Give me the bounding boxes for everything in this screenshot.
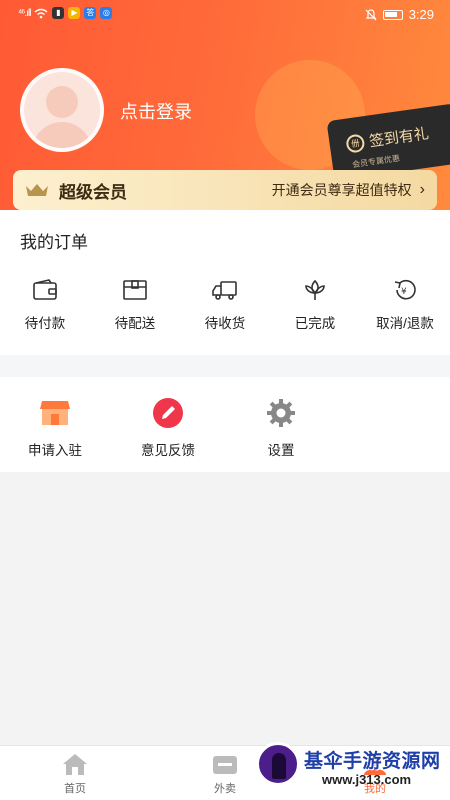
- gift-icon: 卌: [345, 132, 366, 154]
- orders-title: 我的订单: [20, 233, 88, 252]
- takeout-icon: [213, 756, 237, 774]
- order-completed[interactable]: 已完成: [270, 278, 360, 332]
- feedback-button[interactable]: 意见反馈: [113, 397, 223, 459]
- app-notification-icon: 答: [84, 7, 97, 19]
- settings-button[interactable]: 设置: [226, 397, 336, 459]
- watermark: 基伞手游资源网 www.j313.com: [252, 742, 450, 800]
- vip-banner[interactable]: 超级会员 开通会员尊享超值特权 ›: [13, 170, 437, 210]
- wallet-icon: [33, 279, 57, 300]
- watermark-url: www.j313.com: [322, 772, 412, 787]
- status-time: 3:29: [408, 7, 434, 22]
- section-divider: [0, 355, 450, 377]
- tab-home[interactable]: 首页: [35, 752, 115, 796]
- app-notification-icon: ▮: [52, 7, 65, 19]
- chevron-right-icon: ›: [419, 181, 425, 198]
- refund-icon: ¥: [394, 279, 416, 300]
- app-notification-icon: ▶: [68, 7, 81, 19]
- signal-icon: ⁴⁶.ıll: [18, 7, 31, 19]
- app-notification-icon: ◎: [100, 7, 113, 19]
- orders-section: 我的订单 待付款 待配送 待收货 已完成 ¥ 取消/退款: [0, 210, 450, 355]
- mute-icon: [365, 8, 377, 20]
- home-icon: [63, 754, 87, 775]
- watermark-logo-icon: [256, 742, 300, 786]
- order-pending-receipt[interactable]: 待收货: [180, 278, 270, 332]
- login-link[interactable]: 点击登录: [120, 98, 192, 124]
- vip-title: 超级会员: [59, 182, 127, 202]
- package-icon: [123, 280, 147, 300]
- order-pending-payment[interactable]: 待付款: [0, 278, 90, 332]
- svg-text:¥: ¥: [401, 287, 407, 297]
- vip-description: 开通会员尊享超值特权: [271, 182, 412, 198]
- pencil-icon: [153, 398, 183, 428]
- store-icon: [40, 401, 70, 425]
- flower-icon: [305, 279, 325, 300]
- services-section: 申请入驻 意见反馈 设置: [0, 377, 450, 472]
- battery-icon: [382, 9, 403, 20]
- avatar[interactable]: [20, 68, 104, 152]
- gear-icon: [267, 399, 295, 427]
- watermark-title: 基伞手游资源网: [304, 751, 441, 772]
- crown-icon: [26, 184, 48, 196]
- apply-merchant-button[interactable]: 申请入驻: [0, 397, 110, 459]
- order-pending-delivery[interactable]: 待配送: [90, 278, 180, 332]
- wifi-icon: [34, 8, 48, 18]
- order-cancel-refund[interactable]: ¥ 取消/退款: [360, 278, 450, 332]
- truck-icon: [212, 281, 237, 300]
- status-bar: ⁴⁶.ıll ▮ ▶ 答 ◎ 3:29: [0, 0, 450, 30]
